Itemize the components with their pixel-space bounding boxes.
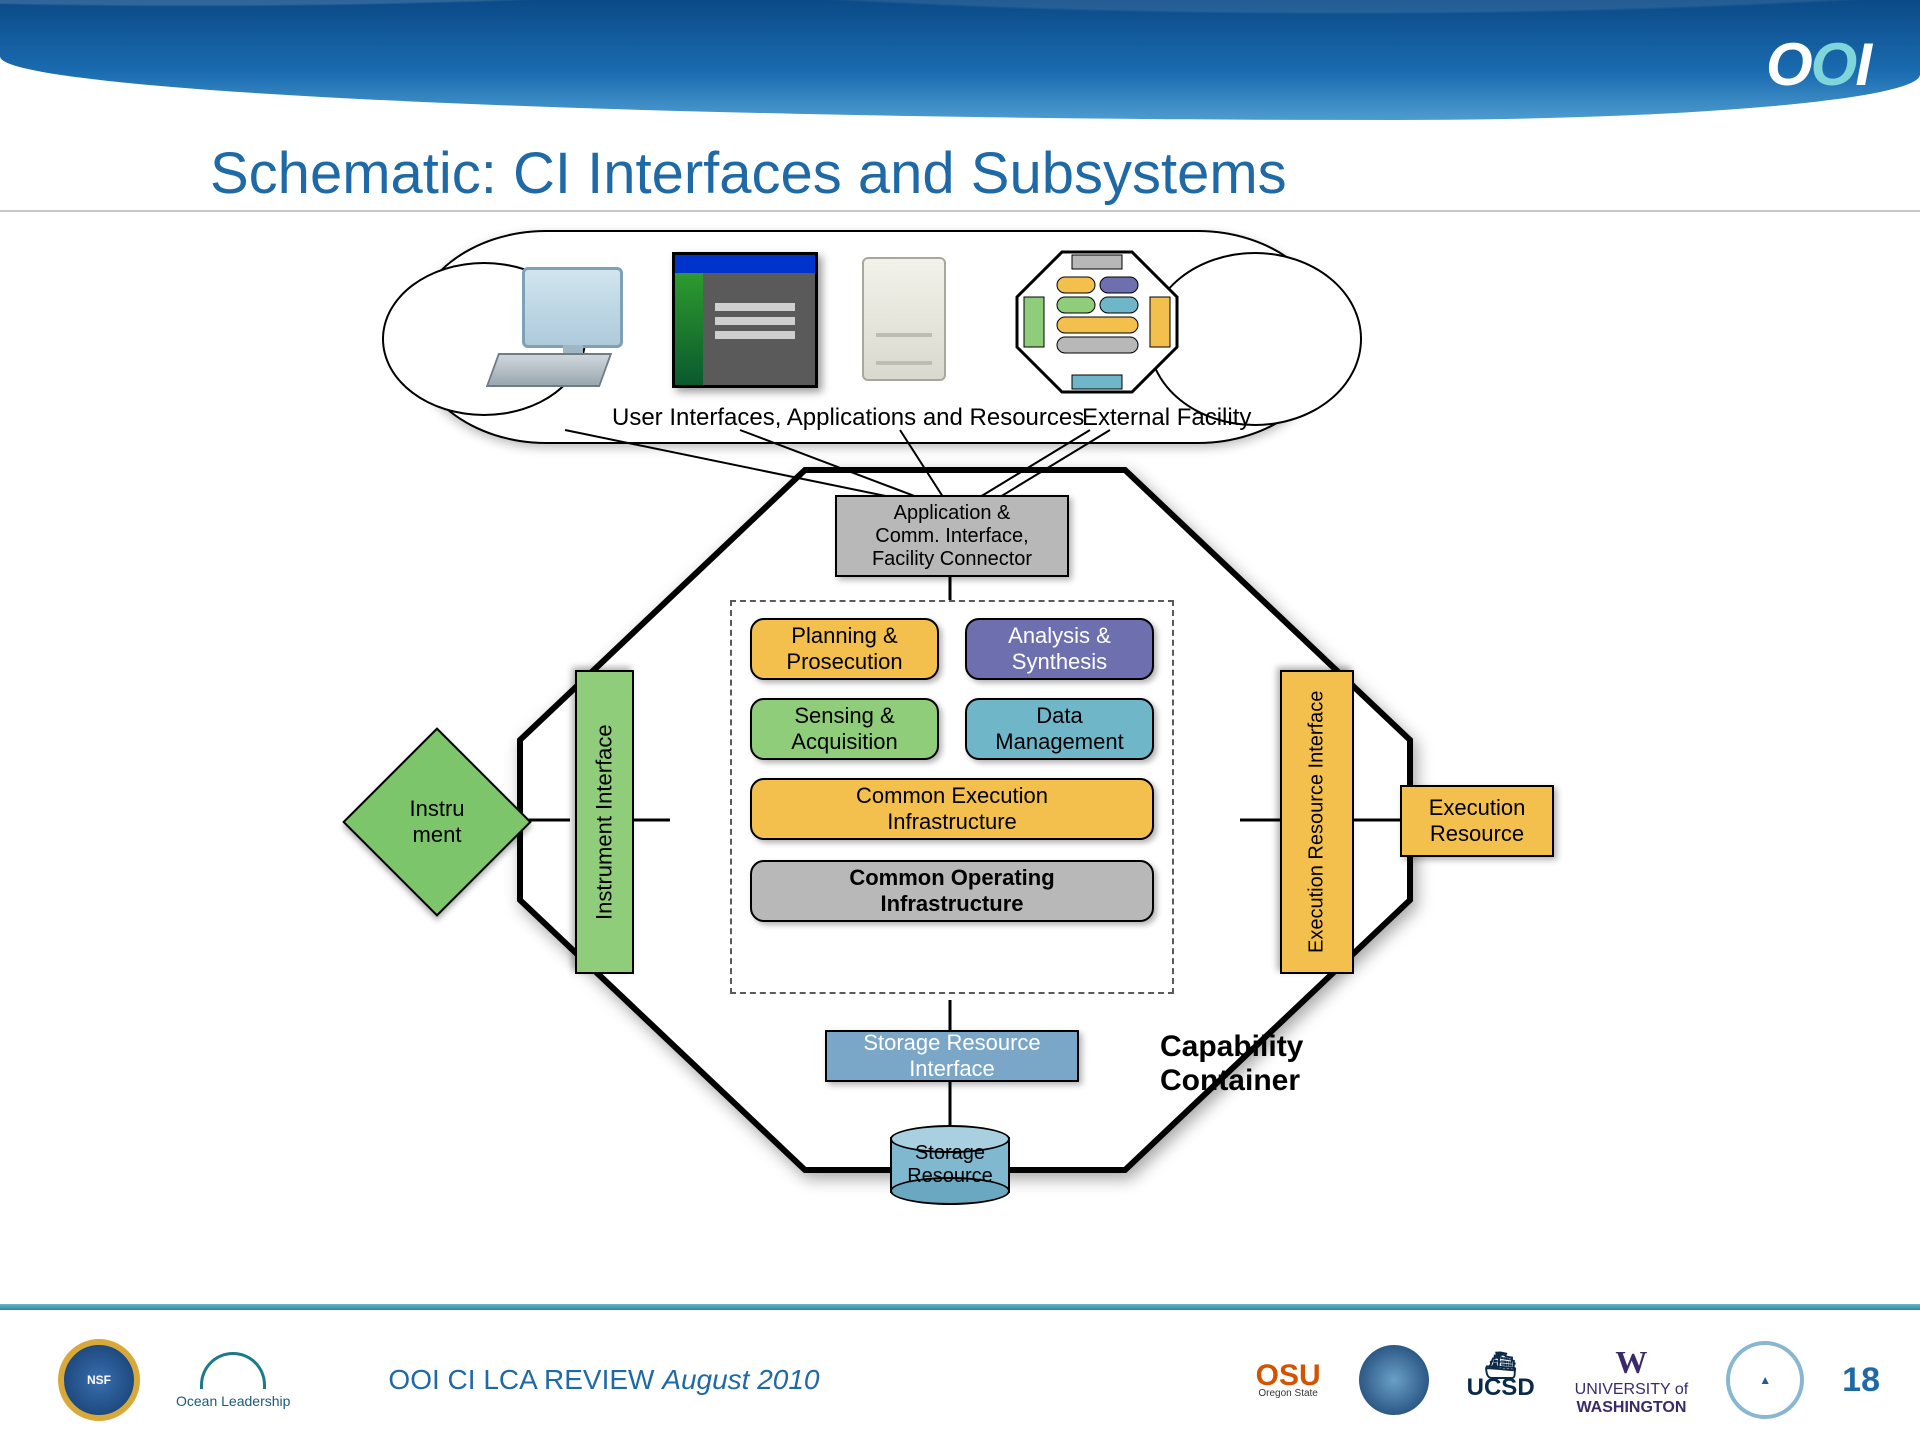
- footer: NSF Ocean Leadership OOI CI LCA REVIEW A…: [0, 1320, 1920, 1440]
- application-window-icon: [672, 252, 818, 388]
- block-data-management: Data Management: [965, 698, 1154, 760]
- footer-rule: [0, 1304, 1920, 1310]
- nsf-logo-icon: NSF: [58, 1339, 140, 1421]
- block-storage-resource: Storage Resource: [890, 1125, 1010, 1205]
- block-analysis: Analysis & Synthesis: [965, 618, 1154, 680]
- partner-logo-icon: ▲: [1726, 1341, 1804, 1419]
- computer-icon: [492, 267, 632, 387]
- block-execution-interface: Execution Resource Interface: [1280, 670, 1354, 974]
- block-app-interface: Application & Comm. Interface, Facility …: [835, 495, 1069, 577]
- block-common-operating: Common Operating Infrastructure: [750, 860, 1154, 922]
- block-execution-resource: Execution Resource: [1400, 785, 1554, 857]
- page-number: 18: [1842, 1361, 1880, 1400]
- block-storage-interface: Storage Resource Interface: [825, 1030, 1079, 1082]
- label-capability-container: Capability Container: [1160, 1030, 1303, 1098]
- block-instrument-interface: Instrument Interface: [575, 670, 634, 974]
- scripps-logo-icon: [1359, 1345, 1429, 1415]
- cloud-user-resources: User Interfaces, Applications and Resour…: [410, 230, 1334, 444]
- ocean-leadership-logo-icon: Ocean Leadership: [176, 1352, 290, 1409]
- block-common-execution: Common Execution Infrastructure: [750, 778, 1154, 840]
- ucsd-logo-icon: ⛴UCSD: [1467, 1358, 1535, 1402]
- diagram-stage: User Interfaces, Applications and Resour…: [0, 220, 1920, 1300]
- osu-logo-icon: OSUOregon State: [1256, 1362, 1321, 1398]
- cloud-caption-right: External Facility: [1082, 404, 1251, 432]
- external-facility-icon: [1012, 247, 1182, 397]
- block-sensing: Sensing & Acquisition: [750, 698, 939, 760]
- server-icon: [842, 257, 962, 387]
- header-swoosh: [0, 0, 1920, 120]
- diagram: User Interfaces, Applications and Resour…: [370, 230, 1550, 1210]
- ooi-logo: OOI: [1766, 30, 1870, 99]
- uw-logo-icon: WUNIVERSITY ofWASHINGTON: [1575, 1344, 1689, 1417]
- slide-title: Schematic: CI Interfaces and Subsystems: [210, 140, 1287, 207]
- slide-header: OOI: [0, 0, 1920, 120]
- cloud-caption-left: User Interfaces, Applications and Resour…: [612, 404, 1084, 432]
- block-planning: Planning & Prosecution: [750, 618, 939, 680]
- block-instrument: Instru ment: [342, 727, 532, 917]
- title-rule: [0, 210, 1920, 212]
- footer-review-text: OOI CI LCA REVIEW August 2010: [388, 1364, 819, 1396]
